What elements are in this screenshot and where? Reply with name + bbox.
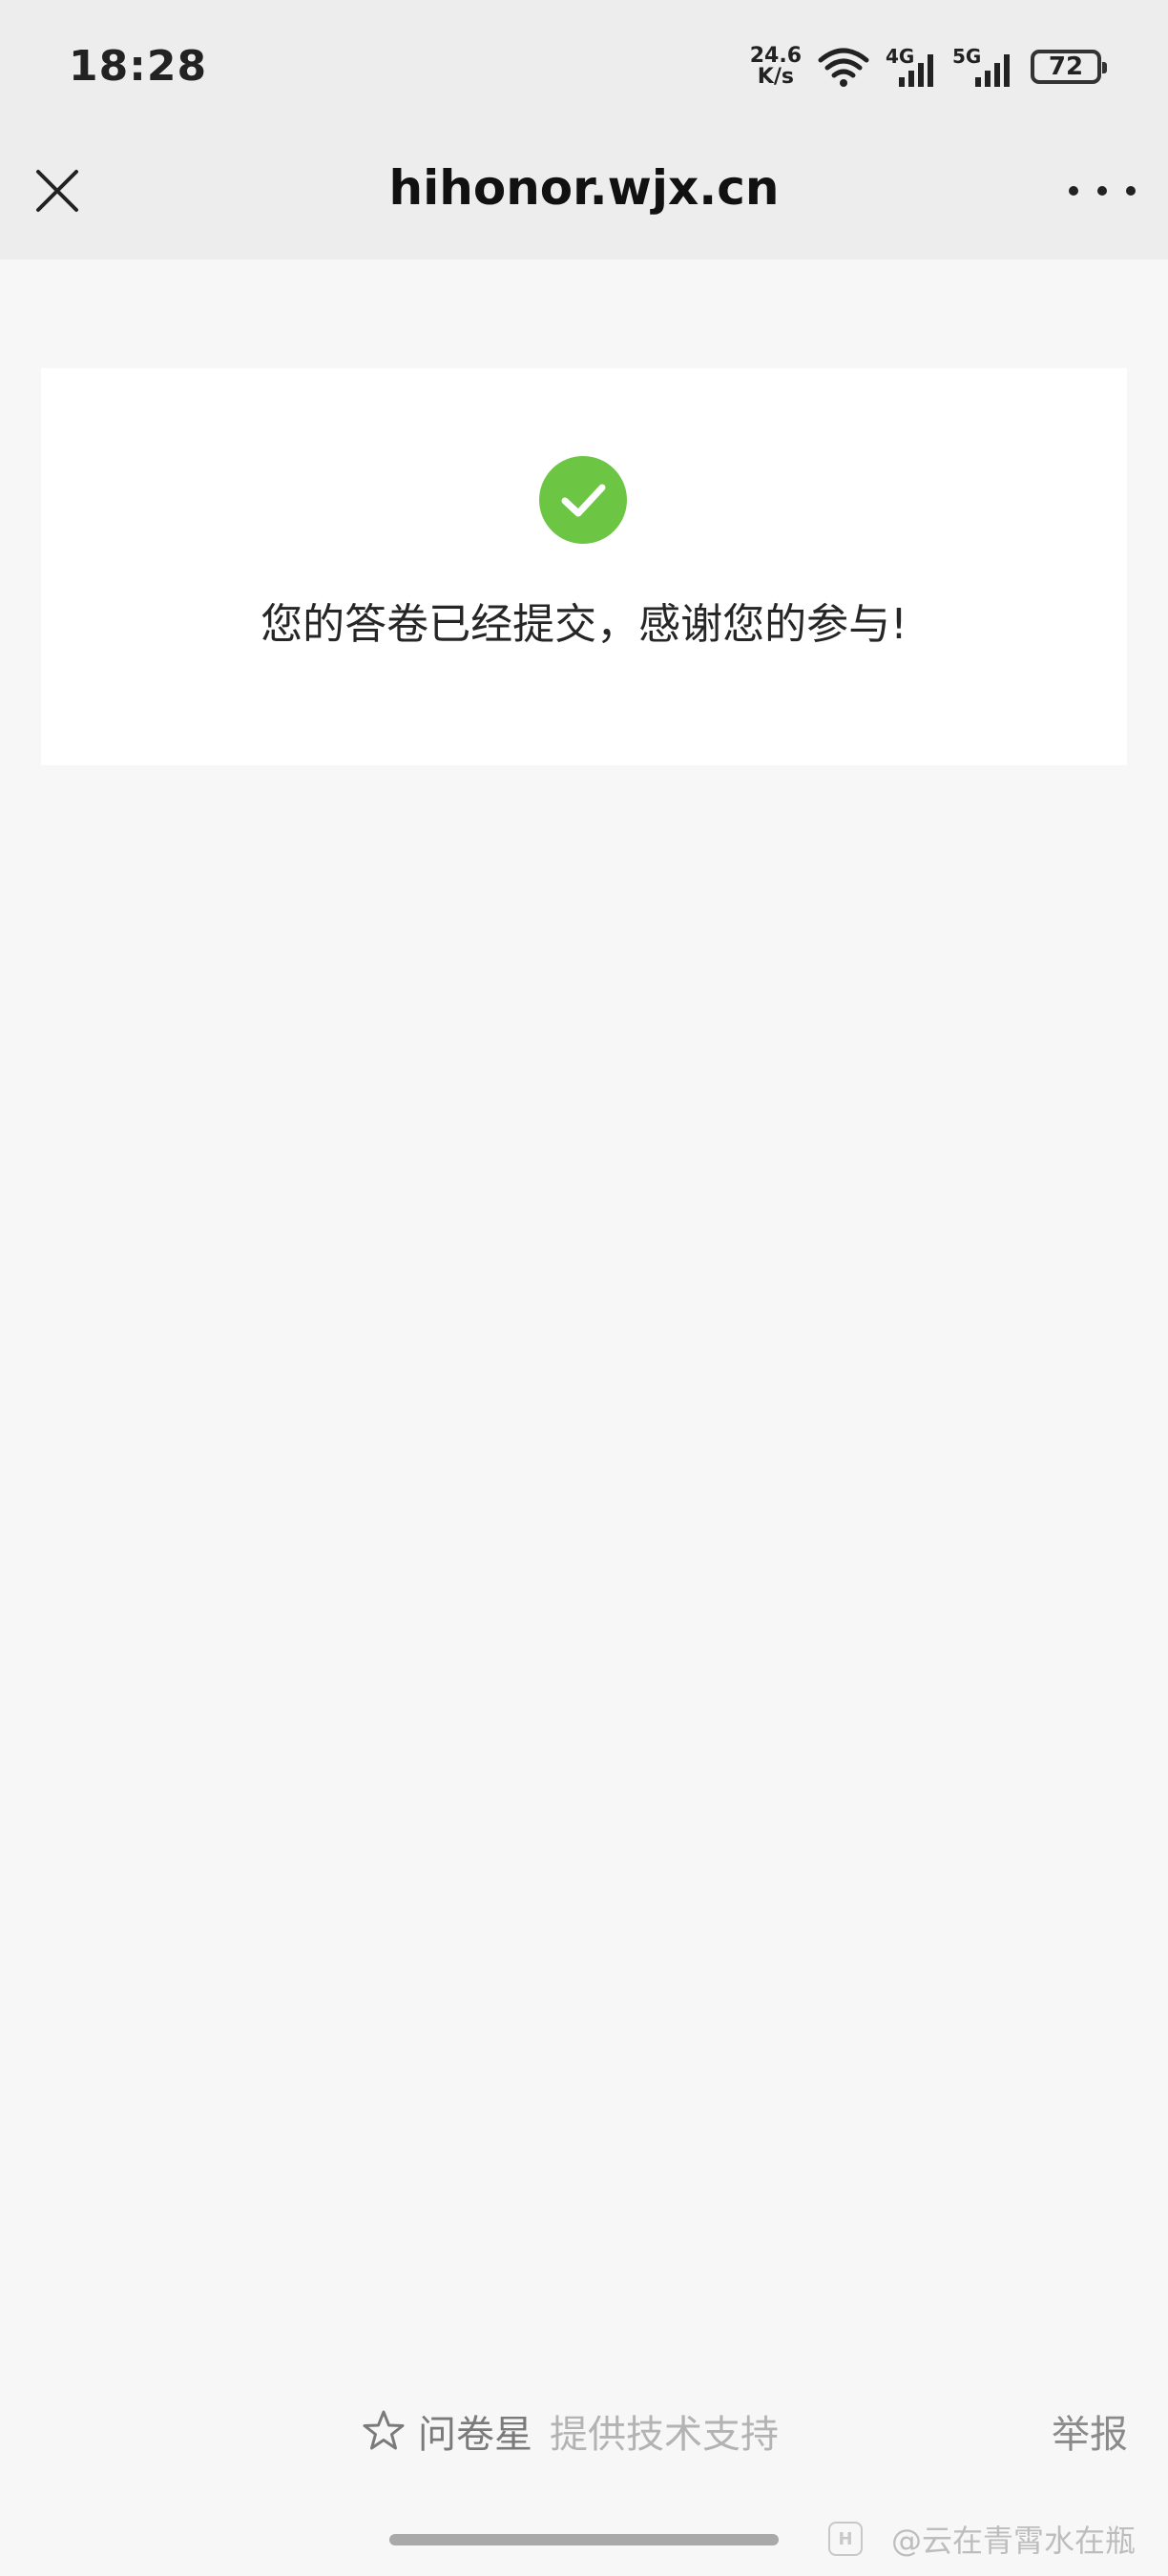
watermark: H @云在青霄水在瓶 — [827, 2515, 1136, 2563]
star-icon — [363, 2410, 405, 2450]
status-icons: 24.6 K/s 4G 5G 72 — [750, 42, 1107, 92]
signal-5g-icon: 5G — [952, 45, 1015, 89]
brand-name: 问卷星 — [418, 2413, 532, 2457]
network-speed: 24.6 K/s — [750, 46, 802, 88]
status-bar: 18:28 24.6 K/s 4G 5G 72 — [0, 0, 1168, 134]
tech-support-text: 提供技术支持 — [550, 2413, 779, 2457]
more-button[interactable] — [1069, 172, 1136, 210]
network-speed-unit: K/s — [757, 65, 794, 89]
network-speed-value: 24.6 — [749, 44, 802, 68]
signal-4g-icon: 4G — [886, 45, 937, 89]
report-link[interactable]: 举报 — [1052, 2400, 1128, 2462]
more-icon-dot — [1069, 186, 1078, 196]
watermark-text: @云在青霄水在瓶 — [890, 2523, 1136, 2559]
nav-bar: hihonor.wjx.cn — [0, 134, 1168, 260]
watermark-logo-icon: H — [827, 2522, 863, 2556]
battery-level: 72 — [1048, 52, 1084, 81]
page-title: hihonor.wjx.cn — [388, 160, 780, 216]
status-time: 18:28 — [69, 42, 208, 91]
more-icon-dot — [1097, 186, 1107, 196]
home-indicator[interactable] — [389, 2534, 779, 2545]
check-circle-icon — [539, 456, 627, 544]
wifi-icon — [818, 48, 869, 87]
more-icon-dot — [1126, 186, 1136, 196]
success-card: 您的答卷已经提交，感谢您的参与! — [41, 368, 1127, 765]
footer-brand[interactable]: 问卷星 提供技术支持 — [361, 2400, 779, 2462]
success-message: 您的答卷已经提交，感谢您的参与! — [261, 600, 907, 649]
battery-icon: 72 — [1031, 50, 1107, 84]
